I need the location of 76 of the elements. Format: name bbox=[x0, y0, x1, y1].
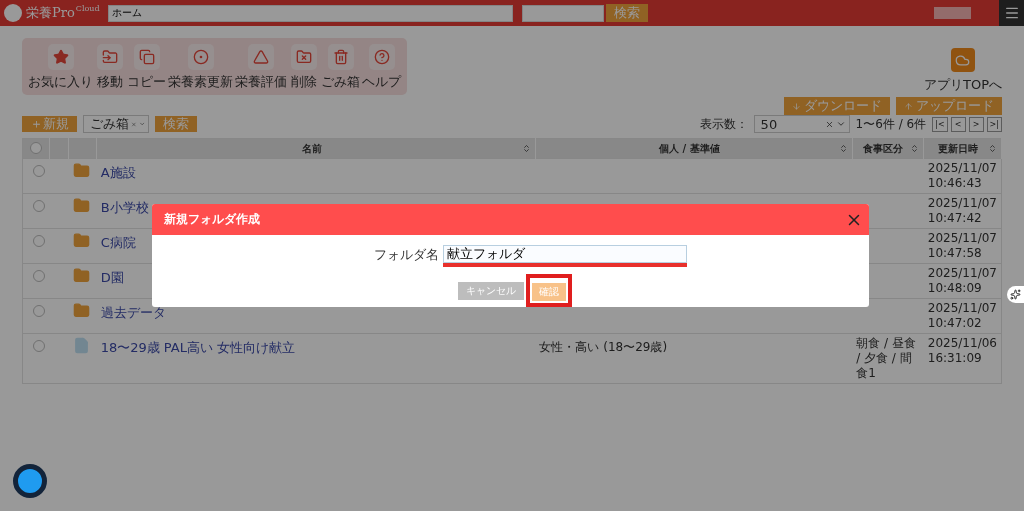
menu-button[interactable] bbox=[999, 0, 1024, 26]
move-icon bbox=[102, 49, 118, 65]
update-icon bbox=[192, 49, 209, 65]
trash-icon bbox=[332, 49, 349, 65]
updated-datetime: 2025/11/07 10:47:42 bbox=[927, 196, 997, 226]
item-name-link[interactable]: A施設 bbox=[100, 164, 136, 182]
evaluate-icon bbox=[253, 49, 269, 65]
row-checkbox[interactable] bbox=[33, 270, 45, 282]
sort-icon[interactable] bbox=[521, 144, 531, 153]
chevron-down-icon[interactable] bbox=[835, 119, 846, 129]
path-field[interactable]: ホーム bbox=[107, 4, 513, 22]
row-checkbox[interactable] bbox=[33, 305, 45, 317]
filter-select[interactable]: ごみ箱 bbox=[83, 115, 149, 133]
toolbar-button[interactable]: 移動 bbox=[95, 44, 125, 91]
copy-icon bbox=[138, 49, 155, 65]
folder-icon bbox=[72, 197, 90, 214]
chat-bubble-button[interactable] bbox=[13, 464, 47, 498]
pager-button[interactable]: >| bbox=[986, 116, 1002, 132]
updated-datetime: 2025/11/06 16:31:09 bbox=[927, 336, 997, 366]
sparkles-icon bbox=[1010, 289, 1021, 300]
updated-datetime: 2025/11/07 10:46:43 bbox=[927, 161, 997, 191]
item-name-link[interactable]: B小学校 bbox=[100, 199, 149, 217]
sort-icon[interactable] bbox=[988, 144, 997, 153]
updated-datetime: 2025/11/07 10:48:09 bbox=[927, 266, 997, 296]
pager-button[interactable]: < bbox=[950, 116, 966, 132]
file-icon bbox=[72, 337, 90, 354]
select-all-checkbox[interactable] bbox=[29, 141, 42, 154]
sort-icon[interactable] bbox=[910, 144, 920, 153]
page-range: 1〜6件 / 6件 bbox=[855, 115, 927, 133]
column-header[interactable]: 更新日時 bbox=[923, 138, 1002, 159]
folder-icon bbox=[72, 232, 90, 249]
dialog-title: 新規フォルダ作成 bbox=[163, 211, 261, 228]
folder-name-field[interactable]: 献立フォルダ bbox=[442, 245, 687, 263]
toolbar-button[interactable]: ごみ箱 bbox=[321, 44, 360, 91]
updated-datetime: 2025/11/07 10:47:02 bbox=[927, 301, 997, 331]
sort-icon[interactable] bbox=[838, 144, 848, 153]
row-checkbox[interactable] bbox=[33, 165, 45, 177]
item-name-link[interactable]: 18〜29歳 PAL高い 女性向け献立 bbox=[100, 339, 296, 357]
column-header[interactable]: 名前 bbox=[96, 138, 536, 159]
row-checkbox[interactable] bbox=[33, 340, 45, 352]
toolbar-button[interactable]: 削除 bbox=[289, 44, 319, 91]
app-top-button[interactable]: アプリTOPへ bbox=[924, 48, 1002, 94]
item-name-link[interactable]: 過去データ bbox=[100, 304, 166, 322]
per-page-label: 表示数： bbox=[699, 115, 748, 133]
item-name-link[interactable]: C病院 bbox=[100, 234, 136, 252]
field-label: フォルダ名 bbox=[373, 246, 439, 264]
item-name-link[interactable]: D園 bbox=[100, 269, 124, 287]
folder-icon bbox=[72, 267, 90, 284]
help-icon bbox=[373, 49, 390, 65]
pager-button[interactable]: > bbox=[968, 116, 984, 132]
per-page-select[interactable]: 50 bbox=[753, 115, 850, 133]
delete-icon bbox=[296, 49, 312, 65]
clear-icon[interactable] bbox=[131, 119, 137, 129]
row-checkbox[interactable] bbox=[33, 235, 45, 247]
toolbar-button[interactable]: 栄養素更新 bbox=[168, 44, 233, 91]
folder-icon bbox=[72, 162, 90, 179]
pager-button[interactable]: |< bbox=[932, 116, 948, 132]
arrow-down-icon bbox=[792, 101, 801, 111]
meal-text: 朝食 / 昼食 / 夕食 / 間食1 bbox=[856, 336, 917, 381]
cloud-icon bbox=[955, 52, 971, 68]
standard-text: 女性・高い (18〜29歳) bbox=[539, 339, 668, 356]
sparkle-button[interactable] bbox=[1007, 286, 1024, 303]
updated-datetime: 2025/11/07 10:47:58 bbox=[927, 231, 997, 261]
folder-icon bbox=[72, 302, 90, 319]
column-header[interactable]: 個人 / 基準値 bbox=[535, 138, 853, 159]
column-header[interactable]: 食事区分 bbox=[852, 138, 924, 159]
arrow-up-icon bbox=[904, 101, 913, 111]
toolbar-button[interactable]: コピー bbox=[127, 44, 166, 91]
search-field[interactable] bbox=[521, 4, 604, 22]
favorite-icon bbox=[52, 49, 69, 65]
toolbar-button[interactable]: 栄養評価 bbox=[235, 44, 287, 91]
toolbar-button[interactable]: お気に入り bbox=[28, 44, 93, 91]
clear-icon[interactable] bbox=[824, 119, 834, 129]
row-checkbox[interactable] bbox=[33, 200, 45, 212]
menu-icon bbox=[1003, 5, 1020, 21]
toolbar-button[interactable]: ヘルプ bbox=[362, 44, 401, 91]
